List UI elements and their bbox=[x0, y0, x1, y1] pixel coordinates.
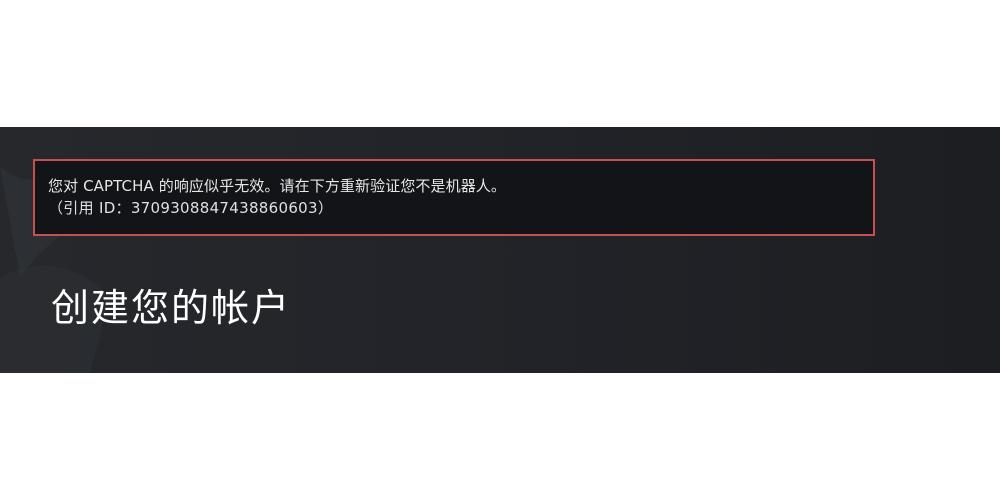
captcha-error-box: 您对 CAPTCHA 的响应似乎无效。请在下方重新验证您不是机器人。 （引用 I… bbox=[33, 159, 875, 236]
page-title: 创建您的帐户 bbox=[51, 286, 292, 330]
error-message: 您对 CAPTCHA 的响应似乎无效。请在下方重新验证您不是机器人。 bbox=[48, 177, 507, 195]
page: 您对 CAPTCHA 的响应似乎无效。请在下方重新验证您不是机器人。 （引用 I… bbox=[0, 0, 1000, 500]
content-panel: 您对 CAPTCHA 的响应似乎无效。请在下方重新验证您不是机器人。 （引用 I… bbox=[0, 127, 1000, 373]
error-reference-id: （引用 ID：3709308847438860603） bbox=[48, 199, 334, 217]
